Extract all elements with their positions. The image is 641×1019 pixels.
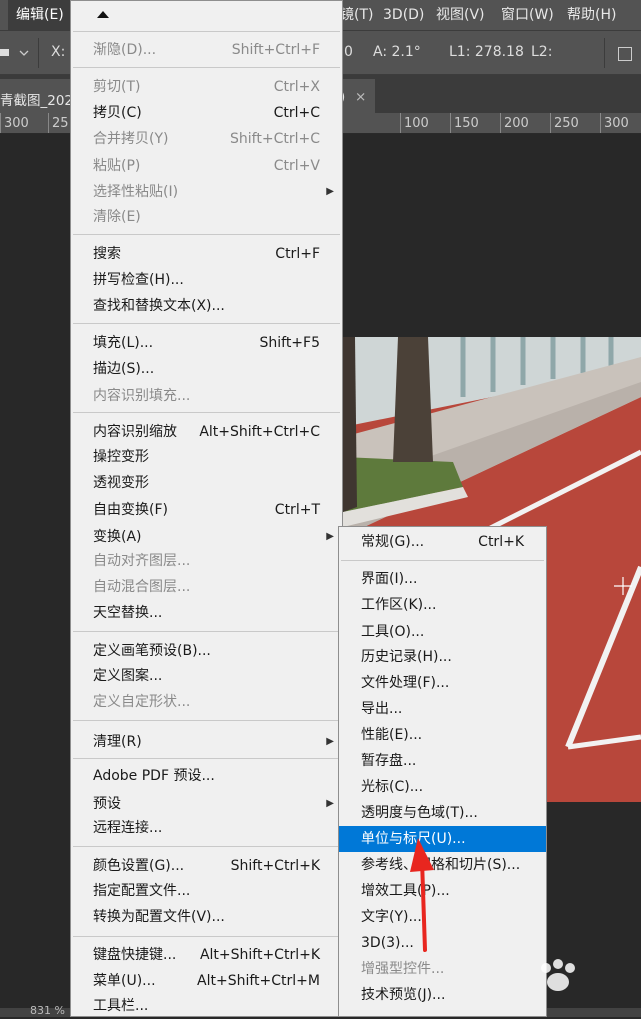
menu-item-spell-check[interactable]: 拼写检查(H)...	[71, 267, 342, 293]
menu-item-assign-profile[interactable]: 指定配置文件...	[71, 878, 342, 904]
menu-item-auto-align-layers[interactable]: 自动对齐图层...	[71, 548, 342, 574]
menu-item-copy[interactable]: 拷贝(C) Ctrl+C	[71, 100, 342, 126]
menu-item-interface[interactable]: 界面(I)...	[339, 566, 546, 592]
submenu-arrow-icon: ▶	[326, 531, 334, 542]
menu-view[interactable]: 视图(V)	[436, 0, 485, 30]
chevron-down-icon[interactable]	[18, 31, 30, 76]
menu-item-content-aware-scale[interactable]: 内容识别缩放 Alt+Shift+Ctrl+C	[71, 419, 342, 445]
angle-readout: A: 2.1°	[373, 44, 421, 60]
menu-help[interactable]: 帮助(H)	[567, 0, 616, 30]
menu-3d[interactable]: 3D(D)	[383, 0, 424, 30]
menu-edit[interactable]: 编辑(E)	[8, 0, 72, 30]
menu-item-auto-blend-layers[interactable]: 自动混合图层...	[71, 574, 342, 600]
checkbox[interactable]	[618, 47, 632, 61]
value-field: 0	[344, 44, 353, 60]
ruler-tick: 150	[454, 116, 479, 131]
menu-item-tools[interactable]: 工具(O)...	[339, 619, 546, 645]
menu-item-fade[interactable]: 渐隐(D)... Shift+Ctrl+F	[71, 37, 342, 63]
annotation-arrow-icon	[400, 830, 450, 960]
zoom-readout: 831 %	[30, 1004, 65, 1017]
ruler-tick: 100	[404, 116, 429, 131]
menu-item-paste-special[interactable]: 选择性粘贴(I) ▶	[71, 179, 342, 205]
menu-item-color-settings[interactable]: 颜色设置(G)... Shift+Ctrl+K	[71, 853, 342, 879]
caret-up-icon	[97, 11, 109, 18]
menu-item-puppet-warp[interactable]: 操控变形	[71, 444, 342, 470]
close-icon[interactable]: ×	[355, 89, 366, 105]
options-divider	[38, 38, 39, 68]
menu-item-transparency-gamut[interactable]: 透明度与色域(T)...	[339, 800, 546, 826]
menu-item-fill[interactable]: 填充(L)... Shift+F5	[71, 330, 342, 356]
menu-item-sky-replacement[interactable]: 天空替换...	[71, 600, 342, 626]
menu-item-define-pattern[interactable]: 定义图案...	[71, 663, 342, 689]
menu-item-define-brush[interactable]: 定义画笔预设(B)...	[71, 638, 342, 664]
ruler-tick: 300	[604, 116, 629, 131]
menu-item-perspective-warp[interactable]: 透视变形	[71, 470, 342, 496]
menu-item-toolbar[interactable]: 工具栏...	[71, 993, 342, 1019]
menu-item-free-transform[interactable]: 自由变换(F) Ctrl+T	[71, 497, 342, 523]
menu-item-remote-connections[interactable]: 远程连接...	[71, 815, 342, 841]
menu-item-purge[interactable]: 清理(R) ▶	[71, 729, 342, 755]
menu-item-workspace[interactable]: 工作区(K)...	[339, 592, 546, 618]
menu-item-define-shape[interactable]: 定义自定形状...	[71, 689, 342, 715]
menu-item-find-replace[interactable]: 查找和替换文本(X)...	[71, 293, 342, 319]
menu-item-transform[interactable]: 变换(A) ▶	[71, 524, 342, 550]
x-label: X:	[51, 44, 66, 60]
menu-item-file-handling[interactable]: 文件处理(F)...	[339, 670, 546, 696]
ruler-tick: 200	[504, 116, 529, 131]
tool-preset-icon[interactable]	[0, 31, 14, 76]
menu-window[interactable]: 窗口(W)	[501, 0, 554, 30]
menu-item-search[interactable]: 搜索 Ctrl+F	[71, 241, 342, 267]
menu-item-performance[interactable]: 性能(E)...	[339, 722, 546, 748]
menu-filter[interactable]: 镜(T)	[340, 0, 373, 30]
menu-item-menus[interactable]: 菜单(U)... Alt+Shift+Ctrl+M	[71, 968, 342, 994]
menu-item-keyboard-shortcuts[interactable]: 键盘快捷键... Alt+Shift+Ctrl+K	[71, 942, 342, 968]
l2-readout: L2:	[531, 44, 553, 60]
menu-item-copy-merged[interactable]: 合并拷贝(Y) Shift+Ctrl+C	[71, 126, 342, 152]
ruler-tick: 300	[4, 116, 29, 131]
menu-item-export[interactable]: 导出...	[339, 696, 546, 722]
menu-item-pdf-presets[interactable]: Adobe PDF 预设...	[71, 763, 342, 789]
menu-item-clear[interactable]: 清除(E)	[71, 204, 342, 230]
submenu-arrow-icon: ▶	[326, 736, 334, 747]
crosshair-icon	[614, 577, 632, 595]
menu-item-general[interactable]: 常规(G)... Ctrl+K	[339, 529, 546, 555]
menu-item-scratch-disks[interactable]: 暂存盘...	[339, 748, 546, 774]
menu-item-paste[interactable]: 粘贴(P) Ctrl+V	[71, 153, 342, 179]
ruler-tick: 250	[554, 116, 579, 131]
menu-item-cut[interactable]: 剪切(T) Ctrl+X	[71, 74, 342, 100]
edit-menu: 渐隐(D)... Shift+Ctrl+F 剪切(T) Ctrl+X 拷贝(C) Ct…	[70, 0, 343, 1017]
options-divider-2	[604, 38, 605, 68]
menu-item-presets[interactable]: 预设 ▶	[71, 791, 342, 817]
watermark-logo	[488, 948, 638, 1004]
submenu-arrow-icon: ▶	[326, 798, 334, 809]
menu-item-cursors[interactable]: 光标(C)...	[339, 774, 546, 800]
menu-item-stroke[interactable]: 描边(S)...	[71, 356, 342, 382]
menu-item-history-log[interactable]: 历史记录(H)...	[339, 644, 546, 670]
l1-readout: L1: 278.18	[449, 44, 524, 60]
menu-item-content-aware-fill[interactable]: 内容识别填充...	[71, 383, 342, 409]
menu-item-convert-profile[interactable]: 转换为配置文件(V)...	[71, 904, 342, 930]
ruler-tick: 25	[52, 116, 69, 131]
submenu-arrow-icon: ▶	[326, 186, 334, 197]
